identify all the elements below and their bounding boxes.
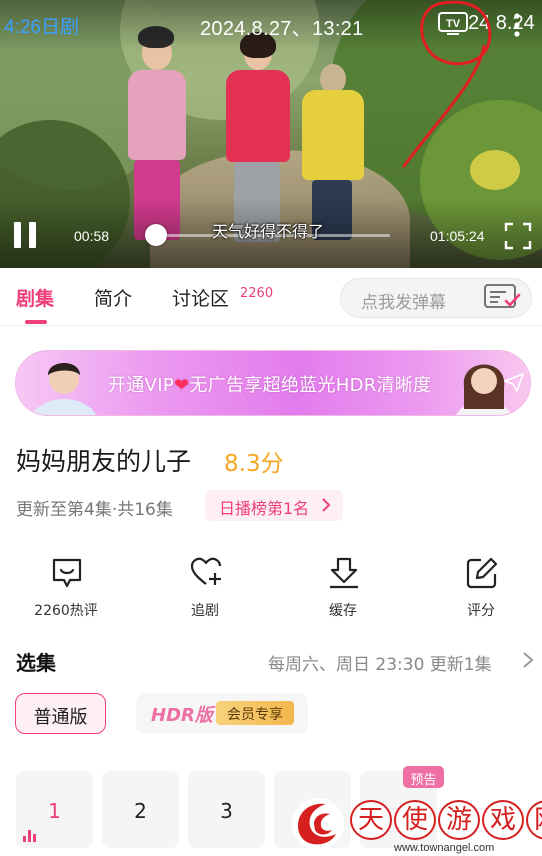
tab-bar: 剧集 简介 讨论区 2260 点我发弹幕	[0, 268, 542, 326]
watermark-name: 天 使 游 戏 网	[350, 800, 542, 840]
preview-label: 预告	[410, 773, 437, 788]
episode-tile[interactable]: 2	[102, 771, 179, 848]
episode-number: 2	[134, 799, 147, 823]
send-icon	[504, 373, 524, 392]
rate-label: 评分	[467, 603, 495, 619]
tab-active-indicator	[25, 320, 47, 324]
version-standard-label: 普通版	[33, 707, 88, 728]
watermark-char: 天	[350, 800, 392, 840]
download-label: 缓存	[329, 603, 357, 619]
watermark-logo	[292, 798, 344, 850]
member-only-badge: 会员专享	[216, 701, 294, 725]
watermark-char: 游	[438, 800, 480, 840]
timestamp-overlay: 2024.8.27、13:21	[200, 18, 364, 40]
playing-bars-icon	[23, 830, 36, 842]
rank-label: 日播榜第1名	[219, 499, 310, 518]
back-link[interactable]: 4:26日剧	[4, 12, 79, 39]
pause-icon[interactable]	[14, 222, 38, 248]
vip-banner[interactable]: 开通VIP❤无广告享超绝蓝光HDR清晰度	[15, 350, 531, 416]
tab-episodes[interactable]: 剧集	[16, 284, 54, 311]
progress-knob[interactable]	[144, 224, 167, 246]
member-only-label: 会员专享	[227, 707, 283, 723]
timestamp-overlay-tail: 24 8.24	[468, 12, 535, 34]
watermark-char: 戏	[482, 800, 524, 840]
episode-tile[interactable]: 3	[188, 771, 265, 848]
heart-icon: ❤	[173, 375, 190, 396]
danmaku-settings-icon[interactable]	[484, 284, 522, 310]
show-score: 8.3分	[224, 451, 284, 477]
total-duration: 01:05:24	[430, 228, 485, 244]
tv-icon[interactable]: TV	[438, 12, 468, 36]
comments-label: 2260热评	[34, 603, 98, 619]
download-icon	[330, 557, 358, 589]
actor-avatar	[31, 363, 97, 415]
vip-banner-text: 开通VIP❤无广告享超绝蓝光HDR清晰度	[108, 375, 432, 396]
chevron-right-icon[interactable]	[522, 651, 534, 669]
chevron-right-icon	[322, 498, 331, 512]
watermark-char: 使	[394, 800, 436, 840]
edit-icon	[466, 557, 498, 589]
follow-button[interactable]: 追剧	[155, 556, 255, 622]
tab-intro[interactable]: 简介	[94, 284, 132, 311]
comments-button[interactable]: 2260热评	[16, 556, 116, 622]
episode-number: 3	[220, 799, 233, 823]
watermark-url: www.townangel.com	[394, 842, 495, 854]
rank-badge[interactable]: 日播榜第1名	[205, 490, 343, 521]
subtitle-text: 天气好得不得了	[212, 222, 325, 241]
rate-button[interactable]: 评分	[431, 556, 531, 622]
episode-number: 1	[48, 799, 61, 823]
danmaku-placeholder: 点我发弹幕	[361, 293, 446, 313]
comment-icon	[52, 558, 82, 588]
show-title: 妈妈朋友的儿子	[16, 447, 192, 476]
update-info: 更新至第4集·共16集	[16, 500, 173, 520]
follow-label: 追剧	[191, 603, 219, 619]
elapsed-time: 00:58	[74, 228, 110, 244]
version-hdr-label: HDR版	[151, 705, 213, 726]
episodes-section-title: 选集	[16, 651, 56, 675]
video-player[interactable]: 4:26日剧 2024.8.27、13:21 TV 24 8.24 00:58 …	[0, 0, 542, 268]
version-standard-tab[interactable]: 普通版	[15, 693, 106, 734]
heart-plus-icon	[190, 557, 222, 585]
scene-flowers	[470, 150, 520, 190]
more-icon[interactable]	[512, 12, 522, 38]
download-button[interactable]: 缓存	[293, 556, 393, 622]
preview-badge: 预告	[403, 766, 444, 788]
tv-icon-label: TV	[446, 18, 461, 30]
tab-discussion[interactable]: 讨论区	[172, 284, 229, 311]
update-schedule[interactable]: 每周六、周日 23:30 更新1集	[268, 650, 492, 675]
fullscreen-icon[interactable]	[504, 222, 532, 250]
version-hdr-tab[interactable]: HDR版 会员专享	[136, 693, 308, 734]
watermark-char: 网	[526, 800, 542, 840]
discussion-count: 2260	[240, 286, 274, 301]
